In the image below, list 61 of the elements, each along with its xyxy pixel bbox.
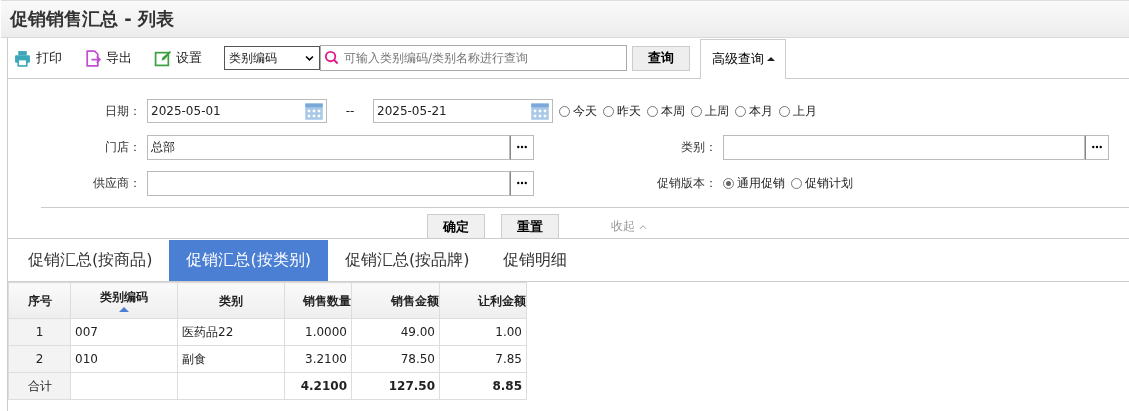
- column-header[interactable]: 类别编码: [70, 282, 178, 319]
- table-cell: 010: [70, 345, 178, 373]
- column-header[interactable]: 类别: [177, 282, 285, 319]
- date-field[interactable]: 2025-05-01: [147, 99, 327, 123]
- range-separator: --: [344, 104, 356, 118]
- supplier-field[interactable]: [147, 170, 510, 196]
- action-button[interactable]: 确定: [427, 214, 485, 239]
- table-cell: 8.85: [439, 372, 527, 400]
- toolbar-button[interactable]: 设置: [150, 49, 206, 67]
- search-icon: [324, 50, 339, 65]
- field-label: 门店：: [104, 138, 142, 156]
- field-label: 类别：: [680, 138, 718, 156]
- radio-label: 今天: [573, 102, 597, 120]
- more-button[interactable]: [510, 134, 534, 160]
- tab[interactable]: 促销汇总(按类别): [169, 240, 328, 281]
- edit-icon: [154, 49, 171, 67]
- table-cell: 007: [70, 318, 178, 346]
- printer-icon: [14, 49, 31, 67]
- query-button[interactable]: 查询: [632, 45, 690, 71]
- radio-label: 本月: [749, 102, 773, 120]
- row-number: 1: [8, 318, 71, 346]
- table-cell: 7.85: [439, 345, 527, 373]
- column-header[interactable]: 销售数量: [284, 282, 352, 319]
- calendar-icon: [304, 101, 324, 121]
- action-button[interactable]: 重置: [501, 214, 559, 239]
- toolbar-button[interactable]: 导出: [80, 49, 136, 67]
- search-type-dropdown[interactable]: 类别编码: [224, 46, 320, 70]
- radio-label: 本周: [661, 102, 685, 120]
- table-cell: 副食: [177, 345, 285, 373]
- table-cell: 78.50: [351, 345, 440, 373]
- window-title: 促销销售汇总 - 列表: [10, 7, 174, 31]
- advanced-search-tab[interactable]: 高级查询: [700, 38, 786, 79]
- column-header[interactable]: 销售金额: [351, 282, 440, 319]
- category-field[interactable]: [723, 134, 1085, 160]
- store-field[interactable]: 总部: [147, 134, 510, 160]
- radio-label: 上周: [705, 102, 729, 120]
- more-button[interactable]: [1085, 134, 1109, 160]
- toolbar-button[interactable]: 打印: [10, 49, 66, 67]
- field-label: 促销版本：: [656, 174, 718, 192]
- date-field[interactable]: 2025-05-21: [373, 99, 553, 123]
- table-cell: 127.50: [351, 372, 440, 400]
- table-cell: 医药品22: [177, 318, 285, 346]
- table-cell: 1.00: [439, 318, 527, 346]
- radio-label: 促销计划: [805, 174, 853, 192]
- search-field[interactable]: 可输入类别编码/类别名称进行查询: [320, 45, 627, 71]
- column-header[interactable]: 序号: [8, 282, 71, 319]
- table-cell: 1.0000: [284, 318, 352, 346]
- total-label: 合计: [8, 372, 71, 400]
- table-cell: 4.2100: [284, 372, 352, 400]
- radio-label: 上月: [793, 102, 817, 120]
- more-button[interactable]: [510, 170, 534, 196]
- column-header[interactable]: 让利金额: [439, 282, 527, 319]
- table-cell: 49.00: [351, 318, 440, 346]
- field-label: 供应商：: [92, 174, 142, 192]
- field-label: 日期：: [104, 102, 142, 120]
- row-number: 2: [8, 345, 71, 373]
- table-cell: 3.2100: [284, 345, 352, 373]
- radio-label: 昨天: [617, 102, 641, 120]
- calendar-icon: [530, 101, 550, 121]
- document-arrow-icon: [84, 49, 101, 67]
- radio-label: 通用促销: [737, 174, 785, 192]
